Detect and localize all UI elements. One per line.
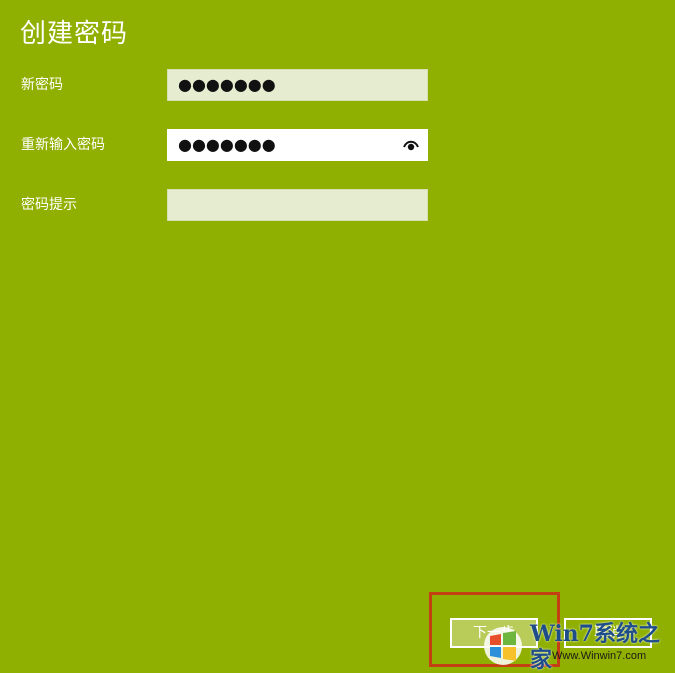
new-password-label: 新密码 (21, 77, 63, 93)
new-password-row: 新密码 ●●●●●●● (0, 69, 675, 101)
password-hint-row: 密码提示 (0, 189, 675, 221)
password-hint-input[interactable] (167, 189, 428, 221)
new-password-input[interactable]: ●●●●●●● (167, 69, 428, 101)
page-title: 创建密码 (20, 19, 129, 49)
windows-logo-icon (484, 627, 522, 665)
confirm-password-row: 重新输入密码 ●●●●●●● (0, 129, 675, 161)
watermark-url: Www.Winwin7.com (552, 650, 647, 662)
password-hint-label: 密码提示 (21, 197, 77, 213)
eye-icon[interactable] (403, 139, 419, 151)
confirm-password-label: 重新输入密码 (21, 137, 105, 153)
watermark-brand: Win7系统之家 (530, 621, 660, 673)
new-password-value: ●●●●●●● (178, 75, 276, 94)
watermark: Win7系统之家 Www.Winwin7.com (480, 617, 670, 673)
confirm-password-input[interactable]: ●●●●●●● (167, 129, 428, 161)
confirm-password-value: ●●●●●●● (178, 135, 276, 154)
